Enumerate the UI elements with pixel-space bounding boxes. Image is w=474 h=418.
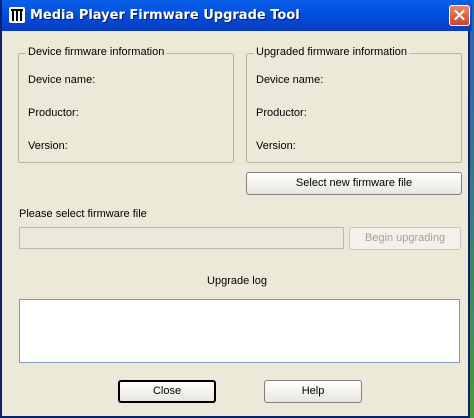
upgraded-firmware-group: Upgraded firmware information Device nam… <box>246 46 462 163</box>
desktop-background <box>470 0 474 418</box>
app-window: Media Player Firmware Upgrade Tool Devic… <box>0 0 472 418</box>
begin-upgrading-button[interactable]: Begin upgrading <box>349 227 461 250</box>
upgraded-name-label: Device name: <box>256 74 324 86</box>
select-firmware-file-button[interactable]: Select new firmware file <box>246 172 462 195</box>
device-name-label: Device name: <box>28 74 96 86</box>
upgrade-log-box[interactable] <box>19 299 460 363</box>
upgraded-version-label: Version: <box>256 140 296 152</box>
upgrade-log-title: Upgrade log <box>207 275 267 287</box>
close-button[interactable]: Close <box>118 380 216 403</box>
device-productor-label: Productor: <box>28 107 79 119</box>
close-icon[interactable] <box>449 5 470 26</box>
window-title: Media Player Firmware Upgrade Tool <box>30 8 300 23</box>
device-firmware-title: Device firmware information <box>26 46 167 58</box>
device-firmware-group: Device firmware information Device name:… <box>18 46 234 163</box>
title-bar[interactable]: Media Player Firmware Upgrade Tool <box>2 0 472 31</box>
device-version-label: Version: <box>28 140 68 152</box>
upgraded-productor-label: Productor: <box>256 107 307 119</box>
upgraded-firmware-title: Upgraded firmware information <box>254 46 410 58</box>
app-icon <box>9 7 25 23</box>
firmware-file-label: Please select firmware file <box>19 208 147 220</box>
help-button[interactable]: Help <box>264 380 362 403</box>
firmware-file-path-field[interactable] <box>19 227 344 249</box>
